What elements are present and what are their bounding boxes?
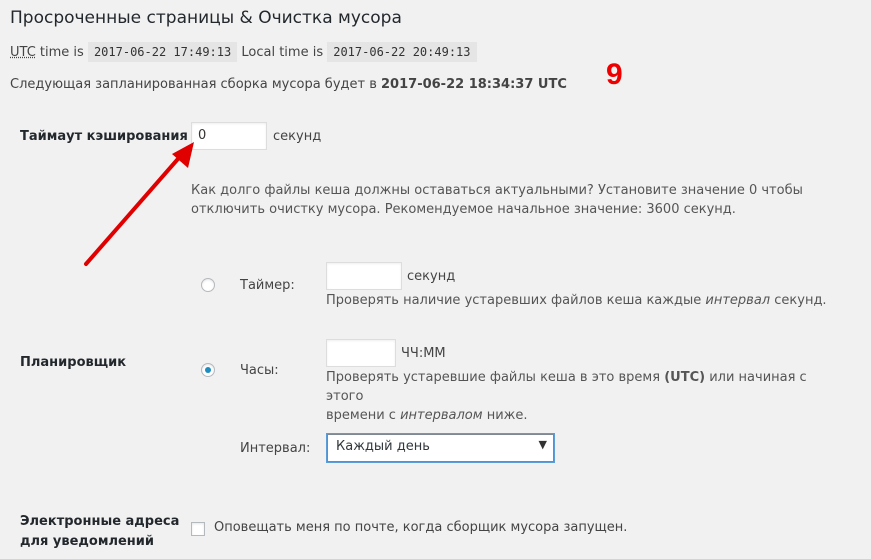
clock-description: Проверять устаревшие файлы кеша в это вр… xyxy=(326,368,826,425)
page-title: Просроченные страницы & Очистка мусора xyxy=(10,8,402,28)
next-gc-note: Следующая запланированная сборка мусора … xyxy=(10,77,567,92)
time-info: UTC time is 2017-06-22 17:49:13 Local ti… xyxy=(10,42,477,62)
timer-input[interactable] xyxy=(326,262,402,290)
interval-label: Интервал: xyxy=(240,441,311,456)
clock-input[interactable] xyxy=(326,339,396,367)
timer-description: Проверять наличие устаревших файлов кеша… xyxy=(326,291,846,310)
notify-label-line2: для уведомлений xyxy=(20,534,155,549)
notify-checkbox-label[interactable]: Оповещать меня по почте, когда сборщик м… xyxy=(214,520,627,535)
utc-label: time is xyxy=(35,45,84,60)
next-gc-datetime: 2017-06-22 18:34:37 UTC xyxy=(381,77,567,92)
timer-label: Таймер: xyxy=(240,278,295,293)
cache-timeout-input[interactable]: 0 xyxy=(191,122,267,150)
scheduler-label: Планировщик xyxy=(20,355,127,370)
timer-desc-prefix: Проверять наличие устаревших файлов кеша… xyxy=(326,293,702,308)
interval-selected-value: Каждый день xyxy=(336,439,430,454)
interval-select[interactable]: Каждый день ▼ xyxy=(327,434,554,462)
clock-label: Часы: xyxy=(240,363,279,378)
clock-desc-a: Проверять устаревшие файлы кеша в это вр… xyxy=(326,370,661,385)
timer-desc-suffix: секунд. xyxy=(774,293,827,308)
notify-emails-label: Электронные адреса для уведомлений xyxy=(20,512,179,552)
clock-desc-em: интервалом xyxy=(400,408,483,423)
red-arrow-icon xyxy=(84,142,194,266)
dropdown-caret-icon: ▼ xyxy=(538,438,547,451)
timer-radio[interactable] xyxy=(201,278,215,292)
next-gc-prefix: Следующая запланированная сборка мусора … xyxy=(10,77,377,92)
utc-abbr: UTC xyxy=(10,45,36,60)
clock-desc-c: времени с xyxy=(326,408,396,423)
utc-time-value: 2017-06-22 17:49:13 xyxy=(87,42,238,62)
timer-unit: секунд xyxy=(407,269,456,284)
timer-desc-em: интервал xyxy=(705,293,771,308)
clock-unit: ЧЧ:ММ xyxy=(401,346,446,361)
step-number: 9 xyxy=(606,58,623,91)
cache-timeout-description: Как долго файлы кеша должны оставаться а… xyxy=(191,183,803,217)
notify-checkbox[interactable] xyxy=(191,522,205,536)
cache-timeout-unit: секунд xyxy=(273,129,322,144)
clock-desc-strong: (UTC) xyxy=(664,370,706,385)
notify-label-line1: Электронные адреса xyxy=(20,514,180,529)
local-label: Local time is xyxy=(241,45,324,60)
clock-desc-d: ниже. xyxy=(486,408,528,423)
clock-radio[interactable] xyxy=(201,363,215,377)
local-time-value: 2017-06-22 20:49:13 xyxy=(327,42,477,62)
